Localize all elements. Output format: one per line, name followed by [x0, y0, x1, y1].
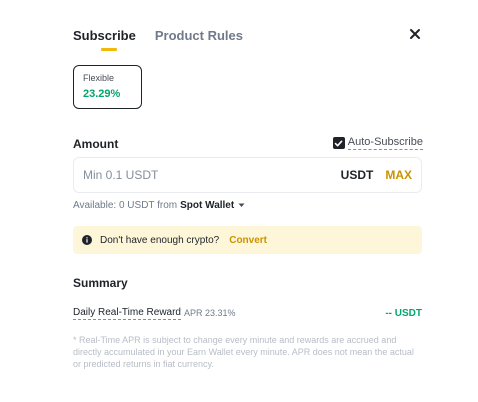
available-balance: Available: 0 USDT from Spot Wallet — [73, 199, 245, 212]
max-button[interactable]: MAX — [385, 168, 412, 182]
amount-field[interactable]: USDT MAX — [73, 157, 422, 193]
notice-text: Don't have enough crypto? — [100, 234, 220, 246]
daily-reward-label[interactable]: Daily Real-Time Reward — [73, 306, 181, 320]
summary-title: Summary — [73, 276, 128, 290]
convert-link[interactable]: Convert — [229, 235, 267, 246]
tab-bar: Subscribe Product Rules — [73, 28, 243, 51]
wallet-name: Spot Wallet — [180, 200, 235, 211]
auto-subscribe-toggle[interactable]: Auto-Subscribe — [332, 136, 423, 150]
daily-reward-row: Daily Real-Time Reward APR 23.31% -- USD… — [73, 306, 422, 320]
close-icon[interactable] — [408, 27, 422, 41]
amount-title: Amount — [73, 137, 119, 151]
apr-disclaimer: * Real-Time APR is subject to change eve… — [73, 335, 414, 369]
reward-value: -- USDT — [385, 307, 422, 319]
amount-input[interactable] — [83, 168, 341, 182]
checkbox-checked-icon[interactable] — [332, 137, 345, 149]
wallet-selector[interactable]: Spot Wallet — [180, 199, 245, 212]
amount-unit: USDT — [340, 168, 374, 182]
reward-apr: APR 23.31% — [184, 308, 236, 318]
caret-down-icon — [238, 203, 245, 207]
product-type: Flexible — [83, 73, 115, 83]
tab-product-rules[interactable]: Product Rules — [155, 28, 243, 50]
notice-banner: Don't have enough crypto? Convert — [73, 226, 422, 254]
product-card-flexible[interactable]: Flexible 23.29% — [73, 65, 142, 109]
tab-subscribe[interactable]: Subscribe — [73, 28, 136, 51]
info-icon — [82, 235, 92, 245]
available-text: Available: 0 USDT from — [73, 200, 178, 211]
product-apr: 23.29% — [83, 88, 121, 100]
auto-subscribe-label[interactable]: Auto-Subscribe — [347, 136, 423, 150]
